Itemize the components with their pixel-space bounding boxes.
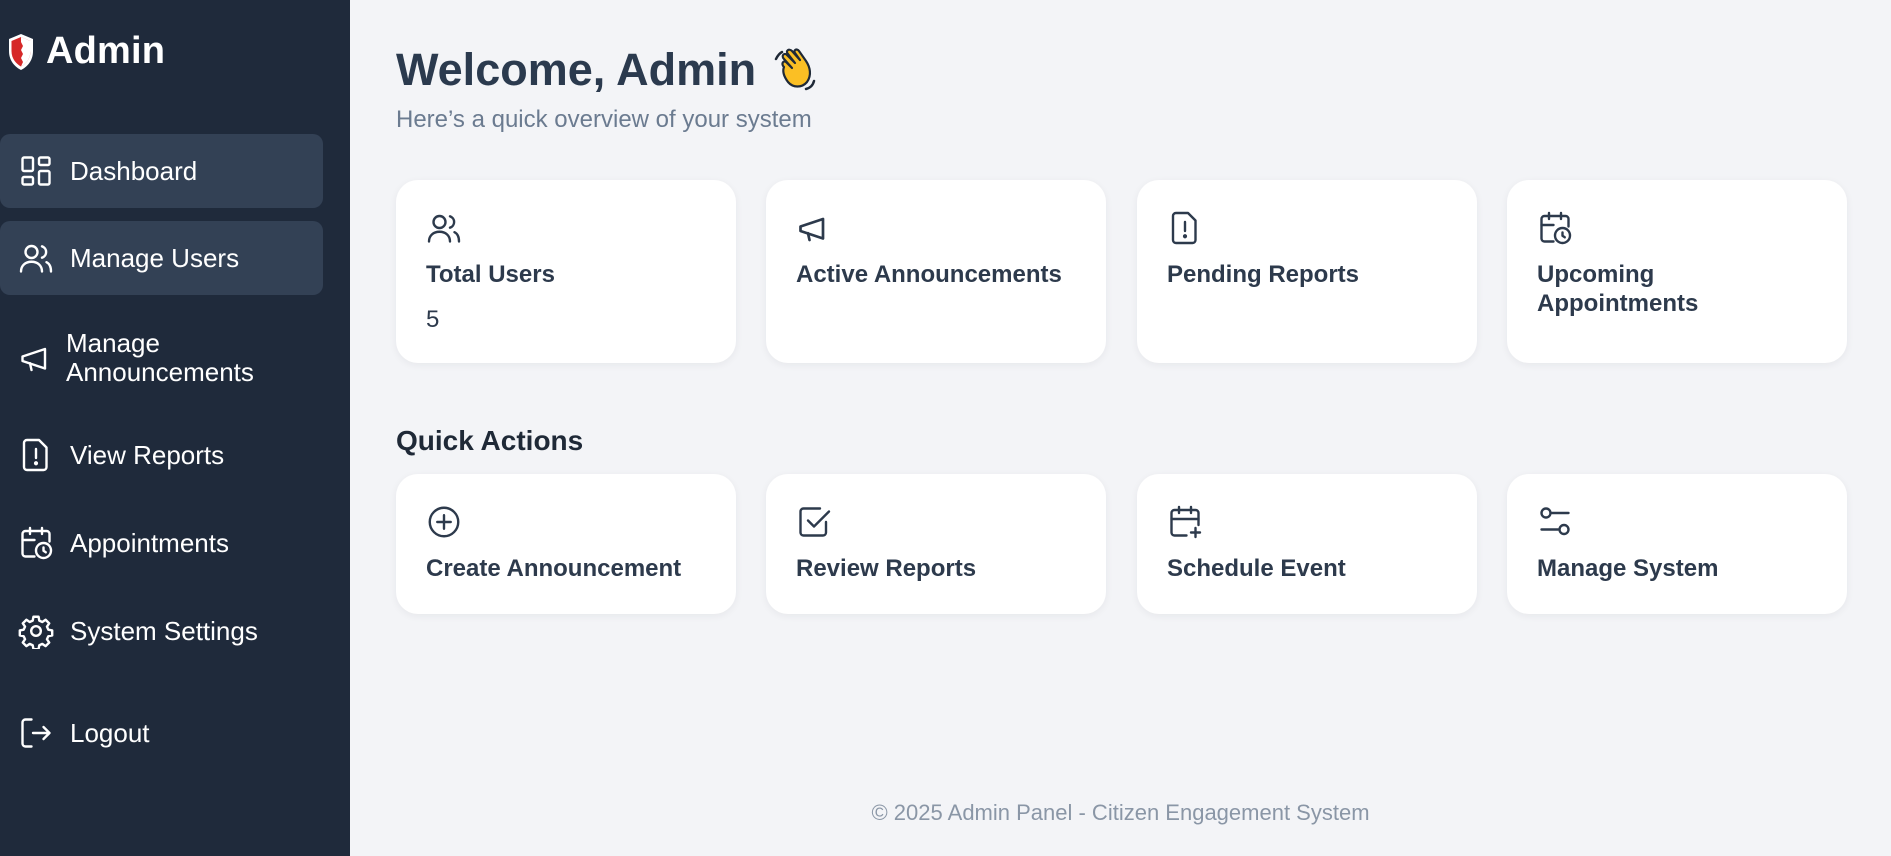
sidebar-item-label: View Reports bbox=[70, 439, 225, 470]
report-alert-icon bbox=[18, 437, 54, 473]
footer: © 2025 Admin Panel - Citizen Engagement … bbox=[871, 800, 1370, 825]
stat-card-total-users[interactable]: Total Users 5 bbox=[396, 180, 736, 363]
sidebar-item-label: System Settings bbox=[70, 615, 258, 646]
plus-circle-icon bbox=[426, 504, 462, 540]
shield-logo-icon bbox=[9, 33, 33, 70]
action-title: Schedule Event bbox=[1167, 555, 1346, 582]
sidebar-item-manage-announcements[interactable]: Manage Announcements bbox=[0, 326, 323, 390]
report-alert-icon bbox=[1167, 210, 1203, 246]
sidebar-item-label: Manage Announcements bbox=[66, 328, 254, 387]
sidebar-item-label: Appointments bbox=[70, 527, 229, 558]
sidebar: Admin Dashboard Manage Users Manage Anno… bbox=[0, 0, 350, 856]
sliders-icon bbox=[1537, 504, 1573, 540]
calendar-clock-icon bbox=[1537, 210, 1573, 246]
sidebar-item-logout[interactable]: Logout bbox=[0, 703, 323, 763]
quick-actions-heading: Quick Actions bbox=[396, 425, 584, 456]
stat-title: Active Announcements bbox=[796, 261, 1062, 288]
sidebar-item-label: Logout bbox=[70, 717, 150, 748]
gear-icon bbox=[18, 613, 54, 649]
users-icon bbox=[426, 210, 462, 246]
users-icon bbox=[18, 240, 54, 276]
stat-card-active-announcements[interactable]: Active Announcements bbox=[766, 180, 1106, 363]
schedule-event-button[interactable]: Schedule Event bbox=[1137, 474, 1477, 614]
action-title: Review Reports bbox=[796, 555, 977, 582]
stat-title: Pending Reports bbox=[1167, 261, 1360, 288]
stat-card-upcoming-appointments[interactable]: Upcoming Appointments bbox=[1507, 180, 1847, 363]
sidebar-item-dashboard[interactable]: Dashboard bbox=[0, 134, 323, 208]
sidebar-item-system-settings[interactable]: System Settings bbox=[0, 601, 323, 661]
sidebar-item-manage-users[interactable]: Manage Users bbox=[0, 221, 323, 295]
action-title: Create Announcement bbox=[426, 555, 682, 582]
stat-title: Upcoming Appointments bbox=[1537, 261, 1699, 317]
create-announcement-button[interactable]: Create Announcement bbox=[396, 474, 736, 614]
sidebar-item-label: Dashboard bbox=[70, 155, 198, 186]
checkbox-icon bbox=[796, 504, 832, 540]
sidebar-item-label: Manage Users bbox=[70, 242, 240, 273]
sidebar-item-view-reports[interactable]: View Reports bbox=[0, 425, 323, 485]
calendar-plus-icon bbox=[1167, 504, 1203, 540]
stat-card-pending-reports[interactable]: Pending Reports bbox=[1137, 180, 1477, 363]
megaphone-icon bbox=[18, 340, 54, 376]
brand-title: Admin bbox=[46, 30, 166, 72]
page-title: Welcome, Admin bbox=[396, 44, 820, 96]
dashboard-icon bbox=[18, 153, 54, 189]
sidebar-item-appointments[interactable]: Appointments bbox=[0, 513, 323, 573]
waving-hand-icon bbox=[774, 48, 816, 91]
stat-title: Total Users bbox=[426, 261, 555, 288]
logout-icon bbox=[18, 715, 54, 751]
brand[interactable]: Admin bbox=[6, 30, 165, 73]
page-subtitle: Here’s a quick overview of your system bbox=[396, 106, 812, 133]
megaphone-icon bbox=[796, 210, 832, 246]
calendar-clock-icon bbox=[18, 525, 54, 561]
manage-system-button[interactable]: Manage System bbox=[1507, 474, 1847, 614]
main-content: Welcome, Admin Here’s a quick overview o… bbox=[350, 0, 1891, 856]
action-title: Manage System bbox=[1537, 555, 1719, 582]
stat-value: 5 bbox=[426, 306, 440, 333]
welcome-text: Welcome, Admin bbox=[396, 44, 757, 95]
review-reports-button[interactable]: Review Reports bbox=[766, 474, 1106, 614]
